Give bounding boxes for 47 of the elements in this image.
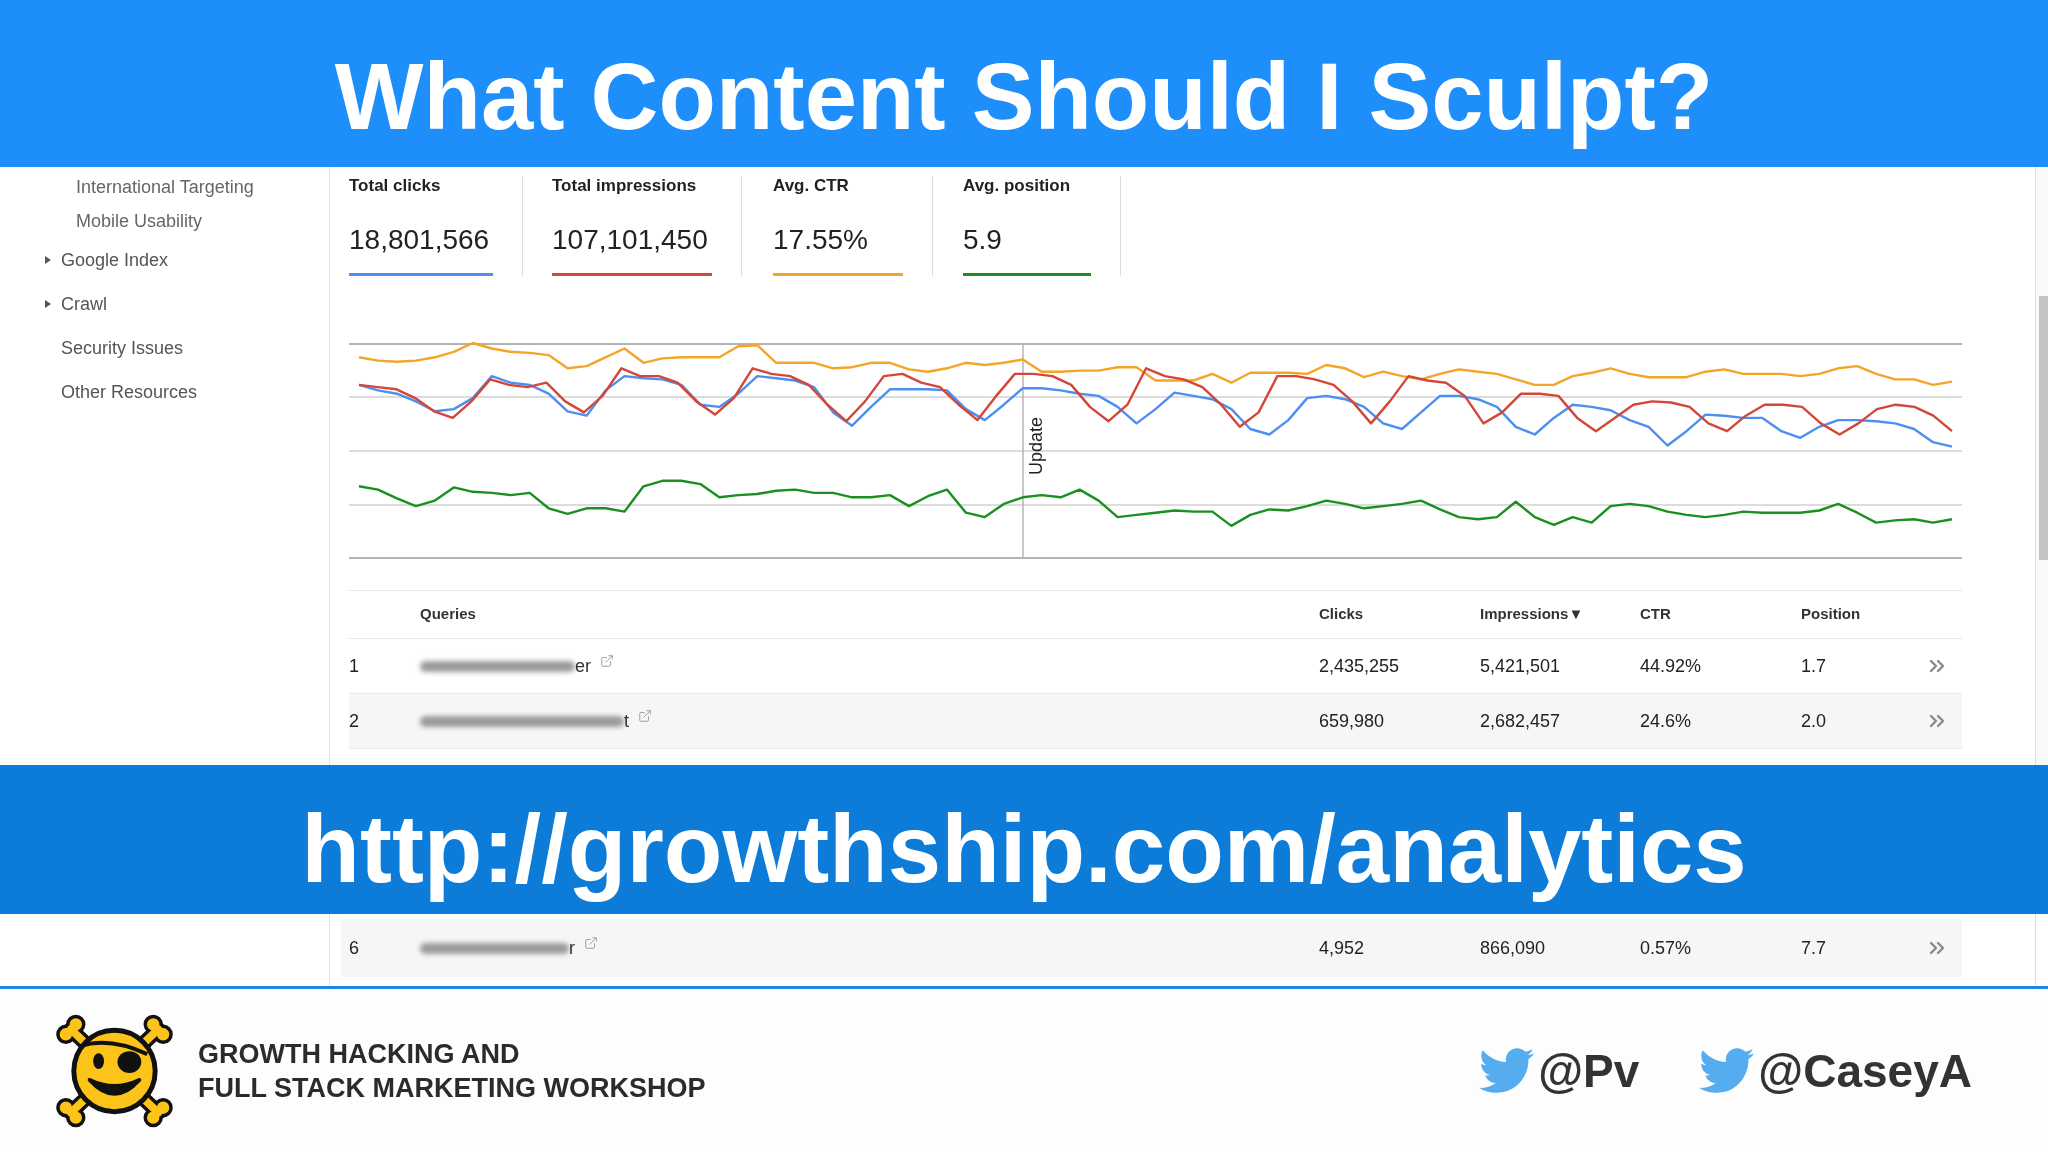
external-link-icon[interactable] — [584, 936, 598, 950]
column-header[interactable]: Clicks — [1319, 603, 1364, 626]
table-cell-text: 7.7 — [1801, 936, 1827, 960]
table-cell-text: 2.0 — [1801, 709, 1827, 733]
metric-value: 18,801,566 — [349, 223, 491, 257]
query-text[interactable]: t — [624, 707, 629, 735]
metric-label[interactable]: Avg. CTR — [773, 176, 903, 196]
twitter-handle[interactable]: @Pv — [1538, 1047, 1640, 1094]
query-text[interactable]: er — [575, 652, 591, 680]
query-text[interactable]: r — [569, 934, 575, 962]
scrollbar-thumb[interactable] — [2039, 296, 2048, 560]
table-cell-text: 24.6% — [1640, 709, 1692, 733]
metric-label[interactable]: Total impressions — [552, 176, 712, 196]
slide-title: What Content Should I Sculpt? — [334, 50, 1714, 151]
metric-value: 17.55% — [773, 223, 869, 257]
table-cell-text: 5,421,501 — [1480, 654, 1561, 678]
table-cell-text: 0.57% — [1640, 936, 1692, 960]
row-number: 2 — [349, 709, 359, 733]
sidebar-item[interactable]: Other Resources — [61, 378, 198, 406]
sidebar-item[interactable]: Crawl — [61, 290, 107, 318]
table-cell-text: 866,090 — [1480, 936, 1546, 960]
metric-label[interactable]: Avg. position — [963, 176, 1091, 196]
external-link-icon[interactable] — [600, 654, 614, 668]
table-cell-text: 2,682,457 — [1480, 709, 1561, 733]
caret-icon[interactable] — [45, 300, 51, 308]
metric-value: 5.9 — [963, 223, 1003, 257]
table-cell-text: 659,980 — [1319, 709, 1385, 733]
sidebar-item[interactable]: International Targeting — [76, 173, 254, 201]
column-header[interactable]: Position — [1801, 603, 1861, 626]
workshop-title: GROWTH HACKING AND FULL STACK MARKETING WORKSHOP — [198, 1037, 706, 1105]
table-cell-text: 1.7 — [1801, 654, 1827, 678]
sidebar-item[interactable]: Mobile Usability — [76, 207, 203, 235]
table-cell-text: 44.92% — [1640, 654, 1702, 678]
table-cell-text: 4,952 — [1319, 936, 1365, 960]
table-cell-text: 2,435,255 — [1319, 654, 1400, 678]
row-number: 1 — [349, 654, 359, 678]
column-header[interactable]: Impressions▼ — [1480, 603, 1584, 626]
column-header[interactable]: CTR — [1640, 603, 1671, 626]
column-header[interactable]: Queries — [420, 603, 476, 626]
row-number: 6 — [349, 936, 359, 960]
caret-icon[interactable] — [45, 256, 51, 264]
url-text[interactable]: http://growthship.com/analytics — [301, 801, 1747, 914]
metric-value: 107,101,450 — [552, 223, 709, 257]
sidebar-item[interactable]: Security Issues — [61, 334, 184, 362]
sidebar-item[interactable]: Google Index — [61, 246, 169, 274]
metric-label[interactable]: Total clicks — [349, 176, 493, 196]
external-link-icon[interactable] — [638, 709, 652, 723]
